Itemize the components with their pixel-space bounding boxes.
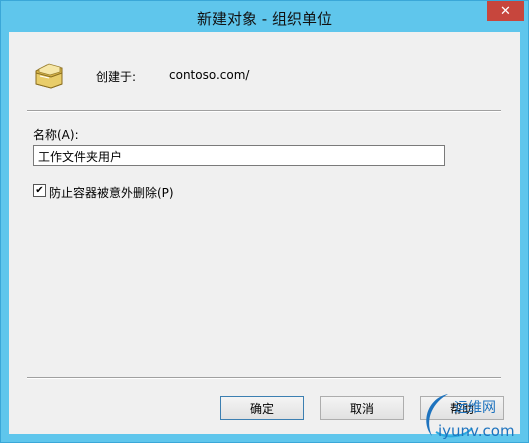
close-icon: ✕: [500, 3, 511, 18]
separator-bottom: [27, 377, 501, 379]
cancel-button[interactable]: 取消: [320, 396, 404, 420]
ou-folder-icon: [35, 63, 63, 89]
separator-top: [27, 110, 501, 112]
created-in-label: 创建于:: [96, 70, 137, 84]
protect-checkbox-label[interactable]: 防止容器被意外删除(P): [49, 184, 174, 201]
created-in-value: contoso.com/: [169, 68, 250, 82]
dialog-body: 创建于: contoso.com/ 名称(A): 工作文件夹用户 ✔ 防止容器被…: [9, 32, 520, 434]
name-input[interactable]: 工作文件夹用户: [33, 145, 445, 166]
ok-button[interactable]: 确定: [220, 396, 304, 420]
watermark-logo: 运维网 iyunv.com: [426, 394, 515, 440]
window-title: 新建对象 - 组织单位: [197, 10, 332, 28]
protect-checkbox[interactable]: ✔: [33, 184, 46, 197]
dialog-window: 新建对象 - 组织单位 ✕ 创建于: contoso.com/ 名称(A): 工…: [0, 0, 529, 443]
name-label: 名称(A):: [33, 128, 79, 142]
watermark-site: iyunv.com: [438, 422, 515, 440]
watermark-cn: 运维网: [454, 400, 496, 416]
checkmark-icon: ✔: [35, 184, 44, 196]
title-bar[interactable]: 新建对象 - 组织单位 ✕: [1, 1, 528, 32]
close-button[interactable]: ✕: [487, 1, 524, 21]
